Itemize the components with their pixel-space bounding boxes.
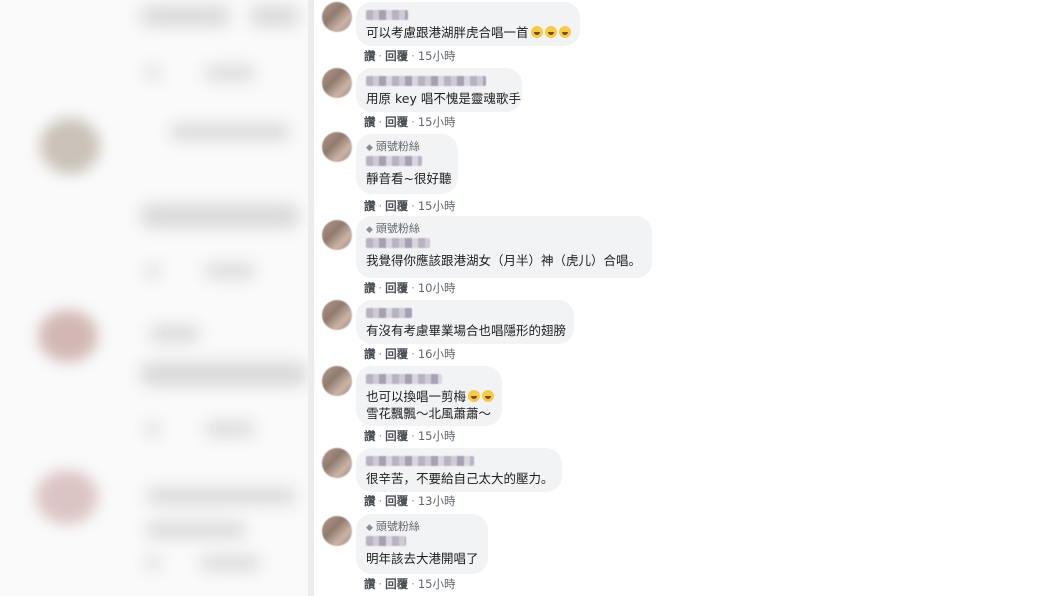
- like-link[interactable]: 讚: [364, 494, 376, 508]
- reply-link[interactable]: 回覆: [385, 49, 408, 63]
- commenter-name[interactable]: [366, 536, 406, 546]
- comment-text-line2: 雪花飄飄～北風蕭蕭～: [366, 406, 492, 421]
- blurred-text: [170, 124, 290, 140]
- reply-link[interactable]: 回覆: [385, 115, 408, 129]
- comment-bubble: 有沒有考慮畢業場合也唱隱形的翅膀: [356, 300, 574, 344]
- like-link[interactable]: 讚: [364, 49, 376, 63]
- reply-link[interactable]: 回覆: [385, 281, 408, 295]
- comment-bubble: 也可以換唱一剪梅 雪花飄飄～北風蕭蕭～: [356, 366, 502, 426]
- blurred-text: [200, 556, 260, 570]
- comment-text: 明年該去大港開唱了: [366, 551, 479, 566]
- commenter-name[interactable]: [366, 374, 442, 384]
- reply-link[interactable]: 回覆: [385, 577, 408, 591]
- commenter-name[interactable]: [366, 238, 430, 248]
- timestamp[interactable]: 15小時: [418, 429, 456, 443]
- blurred-text: [140, 362, 308, 386]
- like-link[interactable]: 讚: [364, 577, 376, 591]
- diamond-icon: ◆: [366, 523, 373, 533]
- grin-emoji-icon: [544, 26, 557, 38]
- top-fan-badge: ◆ 頭號粉絲: [366, 140, 420, 153]
- comment-text: 可以考慮跟港湖胖虎合唱一首: [366, 24, 571, 41]
- timestamp[interactable]: 15小時: [418, 49, 456, 63]
- avatar[interactable]: [322, 2, 352, 32]
- reply-link[interactable]: 回覆: [385, 494, 408, 508]
- blurred-background-left: [0, 0, 308, 596]
- timestamp[interactable]: 15小時: [418, 115, 456, 129]
- grin-emoji-icon: [558, 26, 571, 38]
- commenter-name[interactable]: [366, 10, 408, 20]
- comment-bubble: ◆ 頭號粉絲 明年該去大港開唱了: [356, 514, 488, 574]
- comment-actions: 讚 · 回覆 · 16小時: [364, 347, 456, 361]
- blurred-text: [250, 6, 300, 26]
- comment-actions: 讚 · 回覆 · 15小時: [364, 49, 456, 63]
- avatar[interactable]: [322, 516, 352, 546]
- comment-bubble: 很辛苦，不要給自己太大的壓力。: [356, 448, 562, 492]
- avatar[interactable]: [322, 448, 352, 478]
- avatar[interactable]: [322, 68, 352, 98]
- comment-text: 很辛苦，不要給自己太大的壓力。: [366, 471, 554, 486]
- comment-bubble: ◆ 頭號粉絲 我覺得你應該跟港湖女（月半）神（虎儿）合唱。: [356, 216, 652, 278]
- diamond-icon: ◆: [366, 143, 373, 153]
- timestamp[interactable]: 16小時: [418, 347, 456, 361]
- comment-actions: 讚 · 回覆 · 15小時: [364, 577, 456, 591]
- commenter-name[interactable]: [366, 76, 486, 86]
- blurred-text: [146, 488, 296, 504]
- column-divider: [308, 0, 314, 596]
- comment-actions: 讚 · 回覆 · 15小時: [364, 199, 456, 213]
- reply-link[interactable]: 回覆: [385, 199, 408, 213]
- commenter-name[interactable]: [366, 308, 412, 318]
- commenter-name[interactable]: [366, 456, 474, 466]
- comment-actions: 讚 · 回覆 · 15小時: [364, 429, 456, 443]
- comment-text: 也可以換唱一剪梅: [366, 388, 495, 405]
- top-fan-badge: ◆ 頭號粉絲: [366, 222, 420, 235]
- blurred-icon: [146, 422, 160, 436]
- comment-actions: 讚 · 回覆 · 10小時: [364, 281, 456, 295]
- comment-text: 靜音看~很好聽: [366, 171, 452, 186]
- blurred-text: [205, 264, 255, 278]
- blurred-text: [140, 6, 230, 26]
- reply-link[interactable]: 回覆: [385, 347, 408, 361]
- grin-emoji-icon: [530, 26, 543, 38]
- laughing-emoji-icon: [468, 390, 481, 402]
- blurred-text: [146, 522, 246, 538]
- blurred-icon: [146, 556, 160, 570]
- like-link[interactable]: 讚: [364, 115, 376, 129]
- blurred-avatar: [40, 118, 100, 174]
- comment-actions: 讚 · 回覆 · 13小時: [364, 494, 456, 508]
- blurred-icon: [146, 66, 160, 80]
- laughing-emoji-icon: [482, 390, 495, 402]
- like-link[interactable]: 讚: [364, 347, 376, 361]
- avatar[interactable]: [322, 220, 352, 250]
- blurred-text: [140, 204, 300, 228]
- timestamp[interactable]: 15小時: [418, 577, 456, 591]
- avatar[interactable]: [322, 300, 352, 330]
- blurred-text: [150, 326, 200, 342]
- comment-text: 用原 key 唱不愧是靈魂歌手: [366, 91, 521, 106]
- comment-bubble: 可以考慮跟港湖胖虎合唱一首: [356, 2, 580, 46]
- blurred-text: [205, 66, 255, 80]
- timestamp[interactable]: 10小時: [418, 281, 456, 295]
- comment-bubble: ◆ 頭號粉絲 靜音看~很好聽: [356, 134, 458, 194]
- comment-text: 有沒有考慮畢業場合也唱隱形的翅膀: [366, 323, 567, 338]
- top-fan-badge: ◆ 頭號粉絲: [366, 520, 420, 533]
- timestamp[interactable]: 13小時: [418, 494, 456, 508]
- blurred-avatar: [36, 470, 98, 524]
- like-link[interactable]: 讚: [364, 429, 376, 443]
- like-link[interactable]: 讚: [364, 199, 376, 213]
- commenter-name[interactable]: [366, 156, 422, 166]
- reply-link[interactable]: 回覆: [385, 429, 408, 443]
- blurred-avatar: [38, 310, 98, 362]
- avatar[interactable]: [322, 132, 352, 162]
- diamond-icon: ◆: [366, 225, 373, 235]
- comment-bubble: 用原 key 唱不愧是靈魂歌手: [356, 68, 522, 112]
- comment-text: 我覺得你應該跟港湖女（月半）神（虎儿）合唱。: [366, 253, 642, 268]
- timestamp[interactable]: 15小時: [418, 199, 456, 213]
- comment-list: 可以考慮跟港湖胖虎合唱一首 讚 · 回覆 · 15小時 用原 key 唱不愧是靈魂歌手 …: [318, 0, 758, 596]
- blank-right-area: [752, 0, 1060, 596]
- blurred-text: [205, 422, 255, 436]
- blurred-icon: [146, 264, 160, 278]
- like-link[interactable]: 讚: [364, 281, 376, 295]
- comment-actions: 讚 · 回覆 · 15小時: [364, 115, 456, 129]
- avatar[interactable]: [322, 366, 352, 396]
